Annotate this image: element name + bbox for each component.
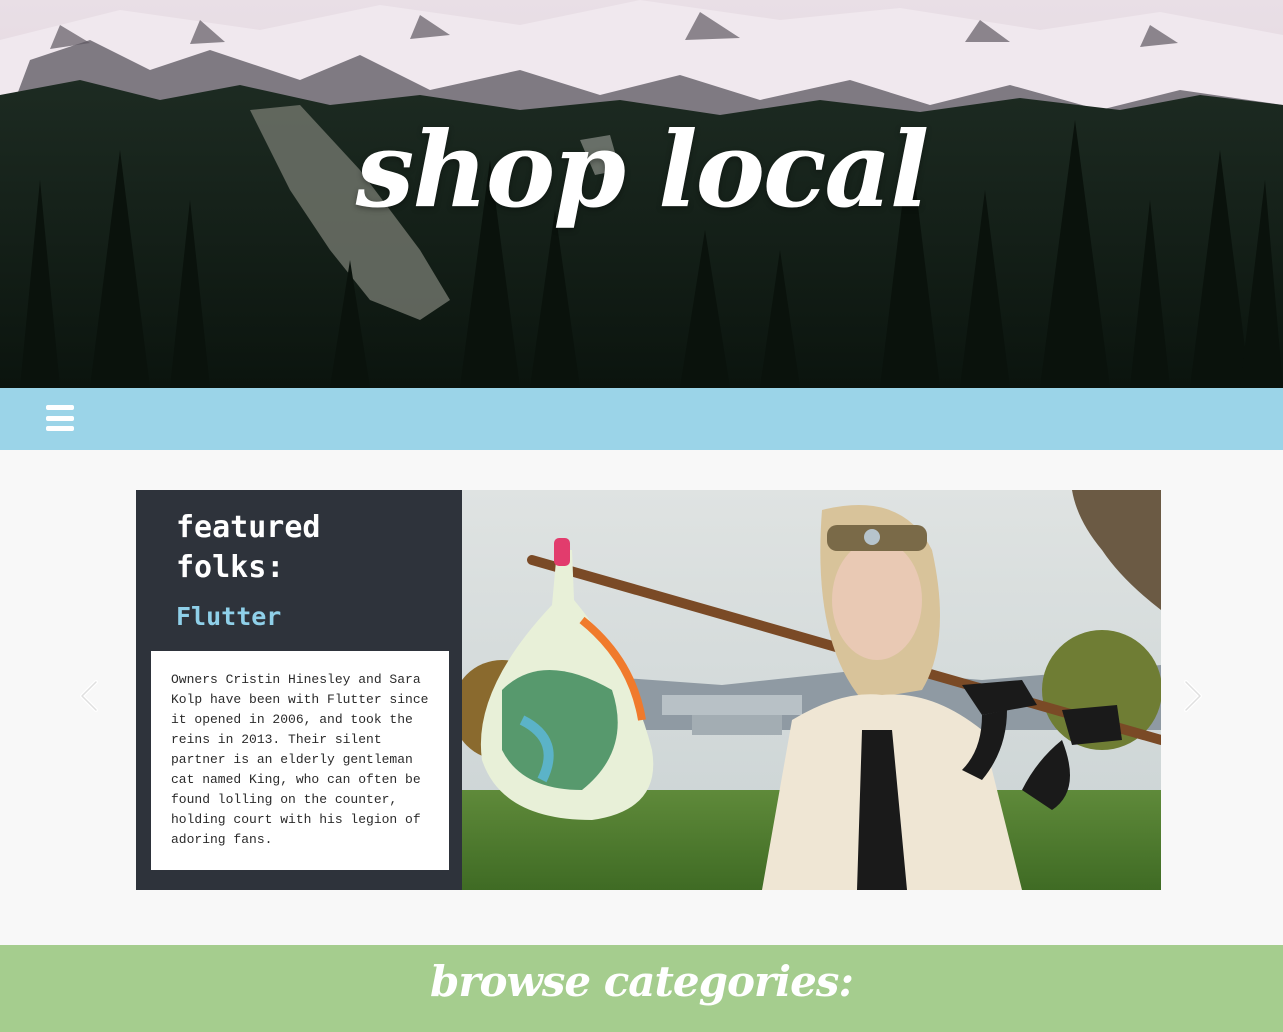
featured-heading: featured folks: — [176, 510, 321, 585]
featured-carousel: featured folks: Flutter Owners Cristin H… — [136, 490, 1161, 890]
featured-panel: featured folks: Flutter Owners Cristin H… — [136, 490, 462, 890]
featured-description-card: Owners Cristin Hinesley and Sara Kolp ha… — [151, 651, 449, 870]
chevron-left-icon — [80, 680, 98, 712]
featured-photo — [462, 490, 1161, 890]
featured-shop-name[interactable]: Flutter — [176, 602, 281, 631]
chevron-right-icon — [1184, 680, 1202, 712]
nav-bar — [0, 388, 1283, 450]
carousel-next-button[interactable] — [1180, 678, 1206, 714]
hamburger-line — [46, 426, 74, 431]
hero-banner: shop local — [0, 0, 1283, 388]
hamburger-line — [46, 405, 74, 410]
hamburger-icon[interactable] — [46, 405, 74, 431]
featured-description: Owners Cristin Hinesley and Sara Kolp ha… — [171, 672, 429, 847]
browse-categories-section: browse categories: — [0, 945, 1283, 1032]
hamburger-line — [46, 415, 74, 421]
browse-categories-heading: browse categories: — [430, 957, 854, 1006]
woman-with-bindle-photo — [462, 490, 1161, 890]
site-title: shop local — [355, 108, 930, 231]
carousel-prev-button[interactable] — [76, 678, 102, 714]
